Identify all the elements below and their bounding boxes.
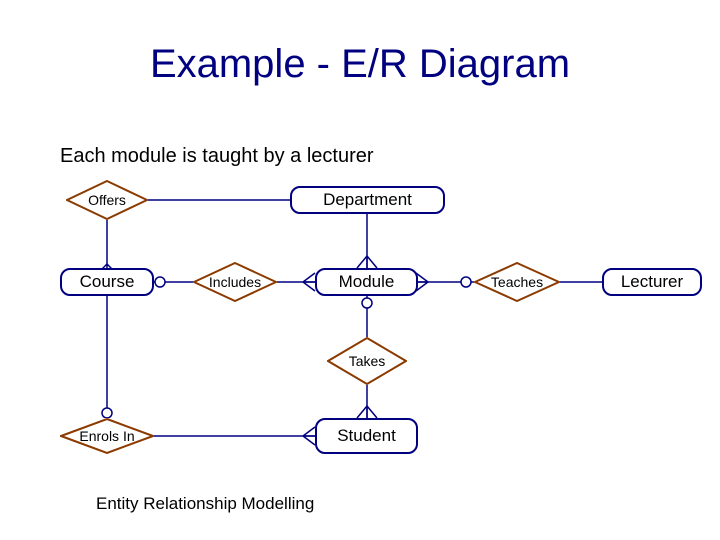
relationship-includes: Includes [193, 262, 277, 302]
er-diagram-slide: Example - E/R Diagram Each module is tau… [0, 0, 720, 540]
entity-module: Module [315, 268, 418, 296]
entity-department-label: Department [292, 188, 443, 212]
relationship-offers: Offers [66, 180, 148, 220]
slide-footer: Entity Relationship Modelling [96, 494, 314, 514]
relationship-takes: Takes [327, 337, 407, 385]
entity-student: Student [315, 418, 418, 454]
entity-lecturer: Lecturer [602, 268, 702, 296]
relationship-enrols-in: Enrols In [60, 418, 154, 454]
relationship-includes-label: Includes [193, 262, 277, 302]
relationship-enrols-in-label: Enrols In [60, 418, 154, 454]
entity-student-label: Student [317, 420, 416, 452]
entity-course: Course [60, 268, 154, 296]
slide-title: Example - E/R Diagram [0, 42, 720, 87]
entity-lecturer-label: Lecturer [604, 270, 700, 294]
slide-subtitle: Each module is taught by a lecturer [60, 145, 374, 168]
entity-course-label: Course [62, 270, 152, 294]
entity-module-label: Module [317, 270, 416, 294]
relationship-offers-label: Offers [66, 180, 148, 220]
relationship-takes-label: Takes [327, 337, 407, 385]
relationship-teaches-label: Teaches [474, 262, 560, 302]
relationship-teaches: Teaches [474, 262, 560, 302]
entity-department: Department [290, 186, 445, 214]
